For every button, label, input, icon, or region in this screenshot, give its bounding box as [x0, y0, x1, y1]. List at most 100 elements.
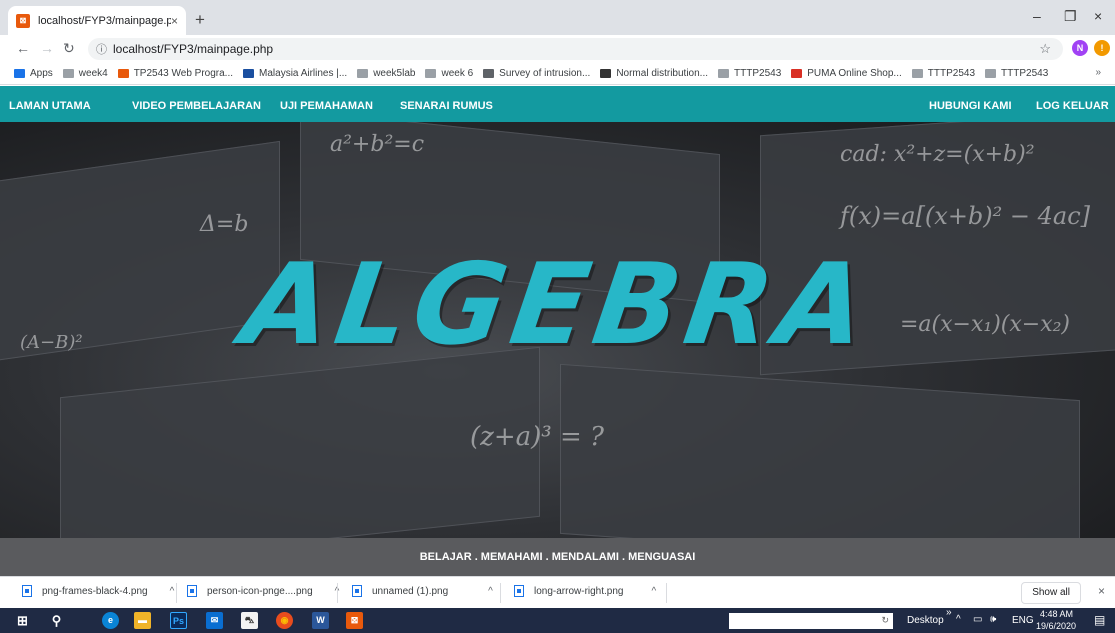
volume-icon[interactable]: 🕪 [990, 614, 996, 625]
bookmarks-overflow-chevron-icon[interactable]: » [1095, 67, 1101, 78]
nav-logout[interactable]: LOG KELUAR [1036, 100, 1109, 112]
folder-icon [62, 69, 74, 78]
chalkboard-block [60, 346, 540, 538]
folder-icon [357, 69, 369, 78]
info-icon[interactable]: ⓘ [96, 41, 107, 57]
divider [337, 583, 338, 603]
chalkboard-block [560, 363, 1080, 538]
puma-icon [791, 69, 803, 78]
bookmark-item[interactable]: TTTP2543 [911, 68, 975, 79]
edge-browser-icon[interactable]: e [102, 612, 119, 629]
close-window-button[interactable]: × [1094, 8, 1102, 24]
image-file-icon [22, 585, 32, 597]
back-arrow-icon[interactable]: ← [16, 40, 30, 56]
store-icon[interactable]: ⛍ [241, 612, 258, 629]
bookmark-item[interactable]: Survey of intrusion... [483, 68, 590, 79]
close-shelf-icon[interactable]: × [1098, 584, 1105, 598]
chevron-up-icon[interactable]: ^ [170, 586, 175, 597]
windows-start-icon[interactable]: ⊞ [14, 612, 31, 629]
download-shelf: png-frames-black-4.png ^ person-icon-png… [0, 576, 1115, 608]
folder-icon [425, 69, 437, 78]
divider [500, 583, 501, 603]
divider [176, 583, 177, 603]
profile-avatar[interactable]: N [1072, 40, 1088, 56]
image-file-icon [187, 585, 197, 597]
download-item[interactable]: person-icon-pnge....png ^ [187, 585, 339, 597]
mail-icon[interactable]: ✉ [206, 612, 223, 629]
photoshop-icon[interactable]: Ps [170, 612, 187, 629]
tagline-bar: BELAJAR . MEMAHAMI . MENDALAMI . MENGUAS… [0, 538, 1115, 576]
taskbar-address-field[interactable]: ↻ [729, 613, 893, 629]
download-item[interactable]: unnamed (1).png ^ [352, 585, 493, 597]
download-item[interactable]: png-frames-black-4.png ^ [22, 585, 174, 597]
bookmark-item[interactable]: TTTP2543 [985, 68, 1048, 79]
site-nav-bar: LAMAN UTAMA VIDEO PEMBELAJARAN UJI PEMAH… [0, 86, 1115, 122]
browser-toolbar: ← → ↻ ⓘ localhost/FYP3/mainpage.php ☆ [0, 35, 1115, 63]
bookmark-item[interactable]: Malaysia Airlines |... [243, 68, 347, 79]
search-icon[interactable]: ⚲ [48, 612, 65, 629]
bookmark-item[interactable]: week5lab [357, 68, 415, 79]
bookmark-item[interactable]: PUMA Online Shop... [791, 68, 902, 79]
desktop-toolbar-chevron-icon[interactable]: » [946, 607, 952, 618]
tray-up-chevron-icon[interactable]: ^ [956, 614, 961, 625]
minimize-button[interactable]: – [1033, 8, 1041, 24]
desktop-label[interactable]: Desktop [907, 615, 944, 626]
wikipedia-icon [600, 69, 612, 78]
nav-quiz[interactable]: UJI PEMAHAMAN [280, 100, 373, 112]
address-bar[interactable]: ⓘ localhost/FYP3/mainpage.php ☆ [88, 38, 1063, 60]
xampp-icon[interactable]: ⊠ [346, 612, 363, 629]
show-all-downloads-button[interactable]: Show all [1021, 582, 1081, 604]
folder-icon [985, 69, 997, 78]
word-icon[interactable]: W [312, 612, 329, 629]
clock-date[interactable]: 19/6/2020 [1036, 621, 1076, 631]
apps-grid-icon [14, 69, 25, 78]
airline-logo-icon [243, 69, 255, 78]
nav-videos[interactable]: VIDEO PEMBELAJARAN [132, 100, 261, 112]
forward-arrow-icon[interactable]: → [40, 40, 54, 56]
chevron-up-icon[interactable]: ^ [652, 586, 657, 597]
clock-time[interactable]: 4:48 AM [1040, 609, 1073, 619]
bookmark-item[interactable]: Normal distribution... [600, 68, 708, 79]
tab-title: localhost/FYP3/mainpage.php [38, 14, 171, 27]
folder-icon [718, 69, 730, 78]
chrome-icon[interactable]: ◉ [276, 612, 293, 629]
bookmark-item[interactable]: week 6 [425, 68, 473, 79]
new-tab-button[interactable]: + [195, 10, 205, 30]
chalk-formula-decor: a²+b²=c [330, 132, 425, 157]
chalk-formula-decor: (z+a)³ = ? [470, 422, 604, 452]
download-item[interactable]: long-arrow-right.png ^ [514, 585, 656, 597]
browser-tab[interactable]: ⊠ localhost/FYP3/mainpage.php × [8, 6, 186, 35]
chalk-formula-decor: f(x)=a[(x+b)² − 4ac] [840, 202, 1091, 230]
bookmark-item[interactable]: week4 [62, 68, 108, 79]
refresh-icon: ↻ [881, 615, 889, 625]
tab-close-icon[interactable]: × [171, 14, 178, 28]
update-icon[interactable]: ! [1094, 40, 1110, 56]
divider [666, 583, 667, 603]
xampp-favicon-icon: ⊠ [16, 13, 30, 28]
image-file-icon [514, 585, 524, 597]
notifications-icon[interactable]: ▤ [1094, 613, 1105, 627]
file-explorer-icon[interactable]: ▬ [134, 612, 151, 629]
folder-icon [911, 69, 923, 78]
url-text[interactable]: localhost/FYP3/mainpage.php [113, 42, 273, 56]
bookmark-star-icon[interactable]: ☆ [1039, 41, 1051, 57]
nav-contact[interactable]: HUBUNGI KAMI [929, 100, 1012, 112]
survey-site-icon [483, 69, 495, 78]
windows-taskbar: ⊞ ⚲ e ▬ Ps ✉ ⛍ ◉ W ⊠ ↻ Desktop » ^ ▭ 🕪 E… [0, 607, 1115, 633]
bookmark-apps[interactable]: Apps [14, 68, 53, 79]
bookmark-item[interactable]: TP2543 Web Progra... [117, 68, 233, 79]
nav-formulas[interactable]: SENARAI RUMUS [400, 100, 493, 112]
chalk-formula-decor: cad: x²+z=(x+b)² [840, 142, 1035, 167]
chevron-up-icon[interactable]: ^ [488, 586, 493, 597]
xampp-icon [117, 69, 129, 78]
maximize-button[interactable]: ❐ [1064, 8, 1077, 25]
bookmark-item[interactable]: TTTP2543 [718, 68, 781, 79]
hero-title: ALGEBRA [234, 240, 881, 370]
language-indicator[interactable]: ENG [1012, 615, 1034, 626]
browser-tab-strip: ⊠ localhost/FYP3/mainpage.php × + – ❐ × [0, 0, 1115, 35]
chalk-formula-decor: Δ=b [200, 212, 249, 237]
bookmarks-bar: Apps week4 TP2543 Web Progra... Malaysia… [0, 63, 1115, 85]
battery-icon[interactable]: ▭ [973, 614, 982, 625]
nav-home[interactable]: LAMAN UTAMA [9, 100, 91, 112]
reload-icon[interactable]: ↻ [63, 40, 75, 57]
